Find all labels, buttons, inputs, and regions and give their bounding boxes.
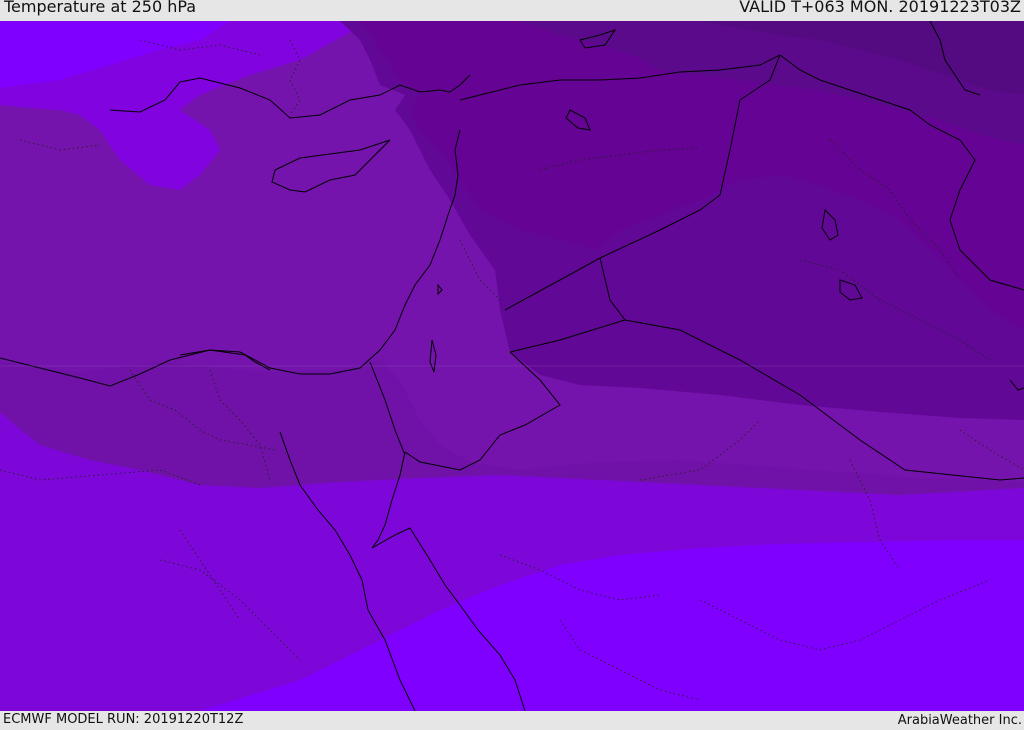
temperature-map-svg <box>0 21 1024 711</box>
header-bar: Temperature at 250 hPa VALID T+063 MON. … <box>0 0 1024 21</box>
footer-bar: ECMWF MODEL RUN: 20191220T12Z ArabiaWeat… <box>0 711 1024 729</box>
model-run: ECMWF MODEL RUN: 20191220T12Z <box>3 712 244 727</box>
credit: ArabiaWeather Inc. <box>897 713 1022 728</box>
weather-map[interactable] <box>0 21 1024 711</box>
valid-time: VALID T+063 MON. 20191223T03Z <box>739 0 1021 16</box>
map-title: Temperature at 250 hPa <box>4 0 197 16</box>
